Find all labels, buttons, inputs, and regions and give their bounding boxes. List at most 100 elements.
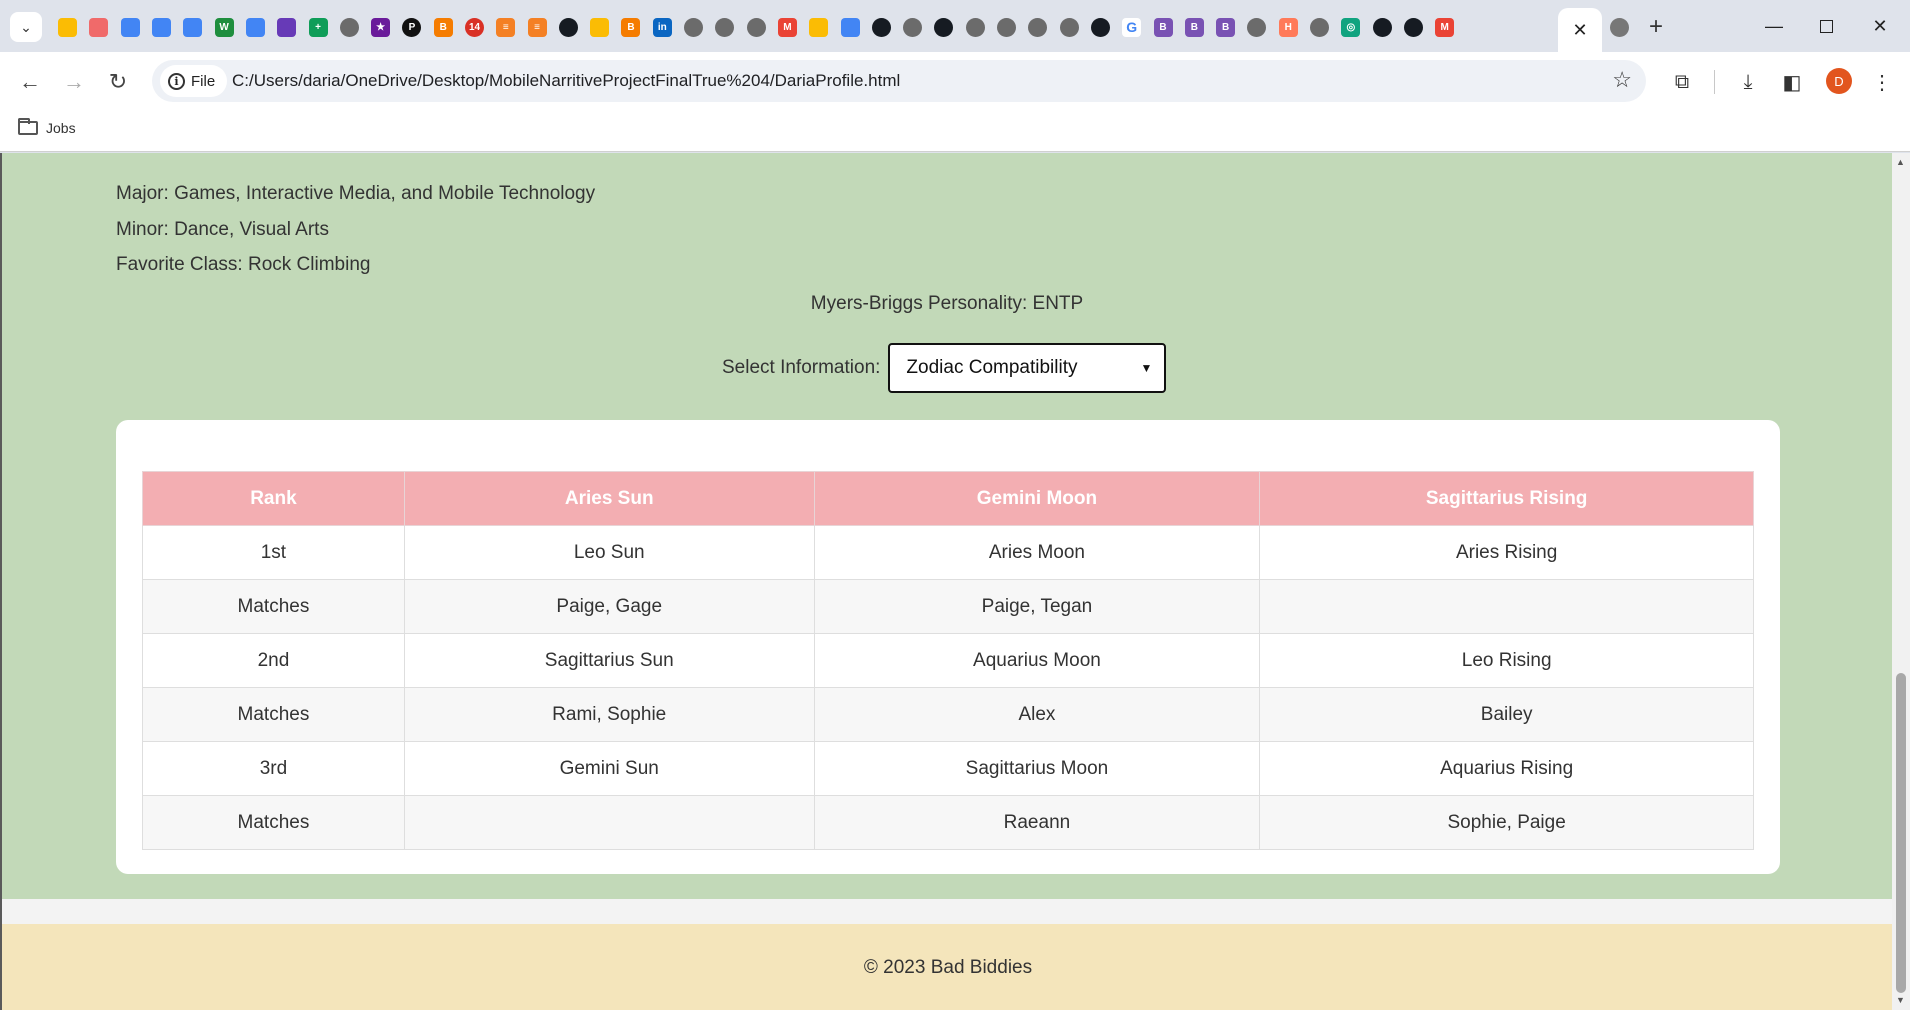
- scroll-up-icon[interactable]: ▲: [1896, 157, 1905, 167]
- globe-icon: [1310, 17, 1330, 37]
- tab-search-button[interactable]: ⌄: [10, 12, 42, 42]
- back-button[interactable]: ←: [14, 66, 46, 98]
- bookmarks-bar: Jobs: [0, 112, 1910, 152]
- minimize-icon: —: [1765, 15, 1783, 36]
- tab-docs[interactable]: [177, 11, 208, 43]
- table-cell: Paige, Gage: [403, 579, 815, 634]
- tab-github[interactable]: [553, 11, 584, 43]
- tab-globe[interactable]: [709, 11, 740, 43]
- tab-globe[interactable]: [1604, 11, 1635, 43]
- word-w-icon: W: [214, 17, 234, 37]
- close-tab-icon[interactable]: ✕: [1572, 20, 1587, 41]
- tab-globe[interactable]: [1054, 11, 1085, 43]
- tab-star[interactable]: ★: [365, 11, 396, 43]
- tab-stack[interactable]: ≡: [490, 11, 521, 43]
- tab-docs[interactable]: [146, 11, 177, 43]
- tab-blogger[interactable]: B: [428, 11, 459, 43]
- tab-globe[interactable]: [678, 11, 709, 43]
- tab-sheets[interactable]: +: [302, 11, 333, 43]
- tab-globe[interactable]: [960, 11, 991, 43]
- tab-gmail[interactable]: M: [772, 11, 803, 43]
- docs-icon: [120, 17, 140, 37]
- globe-icon: [965, 17, 985, 37]
- chevron-down-icon: ▼: [1140, 361, 1153, 375]
- tab-gmail[interactable]: M: [1429, 11, 1460, 43]
- globe-icon: [1059, 17, 1079, 37]
- tab-docs[interactable]: [115, 11, 146, 43]
- table-cell: Matches: [142, 579, 405, 634]
- tab-p[interactable]: P: [396, 11, 427, 43]
- tab-drive[interactable]: [803, 11, 834, 43]
- scrollbar-thumb[interactable]: [1896, 673, 1906, 993]
- table-row: 1st Leo Sun Aries Moon Aries Rising: [142, 525, 1754, 580]
- tab-bootstrap[interactable]: B: [1210, 11, 1241, 43]
- blogger-icon: B: [621, 17, 641, 37]
- folder-icon: [18, 118, 38, 135]
- tab-globe[interactable]: [1304, 11, 1335, 43]
- tab-globe[interactable]: [334, 11, 365, 43]
- address-bar[interactable]: i File C:/Users/daria/OneDrive/Desktop/M…: [152, 60, 1646, 102]
- minimize-button[interactable]: —: [1746, 8, 1802, 44]
- gmail-icon: M: [1435, 17, 1455, 37]
- info-select[interactable]: Zodiac Compatibility ▼: [888, 343, 1167, 393]
- active-tab[interactable]: ✕: [1558, 8, 1602, 52]
- tab-badge-14[interactable]: 14: [459, 11, 490, 43]
- tab-bootstrap[interactable]: B: [1179, 11, 1210, 43]
- tab-globe[interactable]: [741, 11, 772, 43]
- bookmark-star-icon[interactable]: ☆: [1612, 67, 1632, 93]
- compatibility-table: Rank Aries Sun Gemini Moon Sagittarius R…: [142, 471, 1754, 850]
- tab-github[interactable]: [1366, 11, 1397, 43]
- menu-kebab-icon[interactable]: ⋮: [1866, 66, 1898, 98]
- profile-avatar[interactable]: D: [1826, 68, 1852, 94]
- forms-icon: [277, 17, 297, 37]
- tab-globe[interactable]: [897, 11, 928, 43]
- tab-bootstrap[interactable]: B: [1147, 11, 1178, 43]
- download-icon[interactable]: ⤓: [1732, 66, 1764, 98]
- tab-google[interactable]: G: [1116, 11, 1147, 43]
- table-cell: [403, 795, 815, 850]
- maximize-button[interactable]: [1798, 8, 1854, 44]
- tab-drive[interactable]: [584, 11, 615, 43]
- new-tab-button[interactable]: +: [1641, 12, 1671, 42]
- page-scrollbar[interactable]: ▲ ▼: [1892, 153, 1910, 1010]
- extensions-icon[interactable]: ⧉: [1666, 66, 1698, 98]
- table-row: 3rd Gemini Sun Sagittarius Moon Aquarius…: [142, 741, 1754, 796]
- blogger-icon: B: [433, 17, 453, 37]
- tab-github[interactable]: [1085, 11, 1116, 43]
- tab-word-w[interactable]: W: [208, 11, 239, 43]
- tab-hubspot[interactable]: H: [1273, 11, 1304, 43]
- tab-forms[interactable]: [271, 11, 302, 43]
- site-info-chip[interactable]: i File: [160, 65, 228, 97]
- forward-button[interactable]: →: [58, 66, 90, 98]
- close-icon: ✕: [1872, 15, 1888, 36]
- tab-linkedin[interactable]: in: [647, 11, 678, 43]
- tab-docs[interactable]: [834, 11, 865, 43]
- globe-icon: [684, 17, 704, 37]
- github-icon: [1403, 17, 1423, 37]
- page-footer: © 2023 Bad Biddies: [2, 924, 1892, 1010]
- mbti-text: Myers-Briggs Personality: ENTP: [810, 293, 1084, 314]
- tab-chatgpt[interactable]: ◎: [1335, 11, 1366, 43]
- table-cell: Alex: [813, 687, 1261, 742]
- tab-globe[interactable]: [991, 11, 1022, 43]
- tab-github[interactable]: [866, 11, 897, 43]
- tab-globe[interactable]: [1022, 11, 1053, 43]
- tab-drive[interactable]: [52, 11, 83, 43]
- close-window-button[interactable]: ✕: [1852, 8, 1908, 44]
- bookmark-folder-jobs[interactable]: Jobs: [18, 118, 76, 136]
- tab-docs[interactable]: [240, 11, 271, 43]
- tab-globe[interactable]: [1241, 11, 1272, 43]
- table-cell: Leo Rising: [1259, 633, 1754, 688]
- tab-blogger[interactable]: B: [615, 11, 646, 43]
- tab-github[interactable]: [1398, 11, 1429, 43]
- tab-asana[interactable]: [83, 11, 114, 43]
- url-text[interactable]: C:/Users/daria/OneDrive/Desktop/MobileNa…: [232, 71, 900, 91]
- tab-stack[interactable]: ≡: [521, 11, 552, 43]
- github-icon: [1372, 17, 1392, 37]
- scroll-down-icon[interactable]: ▼: [1896, 995, 1905, 1005]
- side-panel-icon[interactable]: ◧: [1776, 66, 1808, 98]
- reload-button[interactable]: ↻: [102, 66, 134, 98]
- tab-github[interactable]: [928, 11, 959, 43]
- header-aries-sun: Aries Sun: [403, 471, 815, 526]
- info-icon: i: [168, 72, 185, 90]
